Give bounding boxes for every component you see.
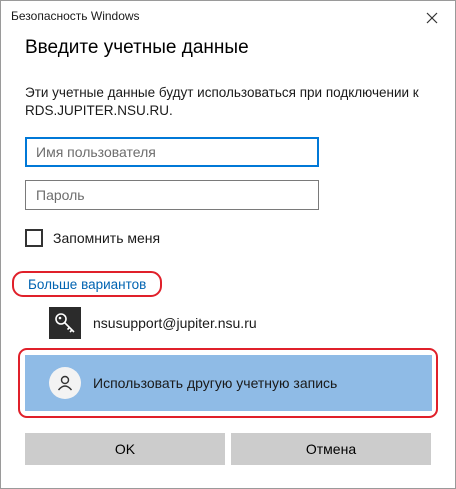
other-account-label: Использовать другую учетную запись <box>93 375 338 391</box>
ok-button[interactable]: OK <box>25 433 225 465</box>
close-icon <box>426 12 438 24</box>
saved-account-name: nsusupport@jupiter.nsu.ru <box>93 315 257 331</box>
saved-account-option[interactable]: nsusupport@jupiter.nsu.ru <box>49 307 257 339</box>
username-input[interactable] <box>25 137 319 167</box>
remember-me-checkbox[interactable] <box>25 229 43 247</box>
dialog-heading: Введите учетные данные <box>25 37 249 58</box>
close-button[interactable] <box>409 1 455 35</box>
title-bar: Безопасность Windows <box>1 1 455 35</box>
remember-me-row[interactable]: Запомнить меня <box>25 229 160 247</box>
more-options-highlight: Больше вариантов <box>12 271 162 297</box>
user-avatar-icon <box>49 367 81 399</box>
password-input[interactable] <box>25 180 319 210</box>
remember-me-label: Запомнить меня <box>53 230 161 246</box>
other-account-option[interactable]: Использовать другую учетную запись <box>25 355 432 411</box>
more-options-link[interactable]: Больше вариантов <box>28 277 146 292</box>
credential-dialog: Безопасность Windows Введите учетные дан… <box>0 0 456 489</box>
cancel-button[interactable]: Отмена <box>231 433 431 465</box>
dialog-description: Эти учетные данные будут использоваться … <box>25 85 419 118</box>
window-title: Безопасность Windows <box>11 9 140 23</box>
key-icon <box>49 307 81 339</box>
